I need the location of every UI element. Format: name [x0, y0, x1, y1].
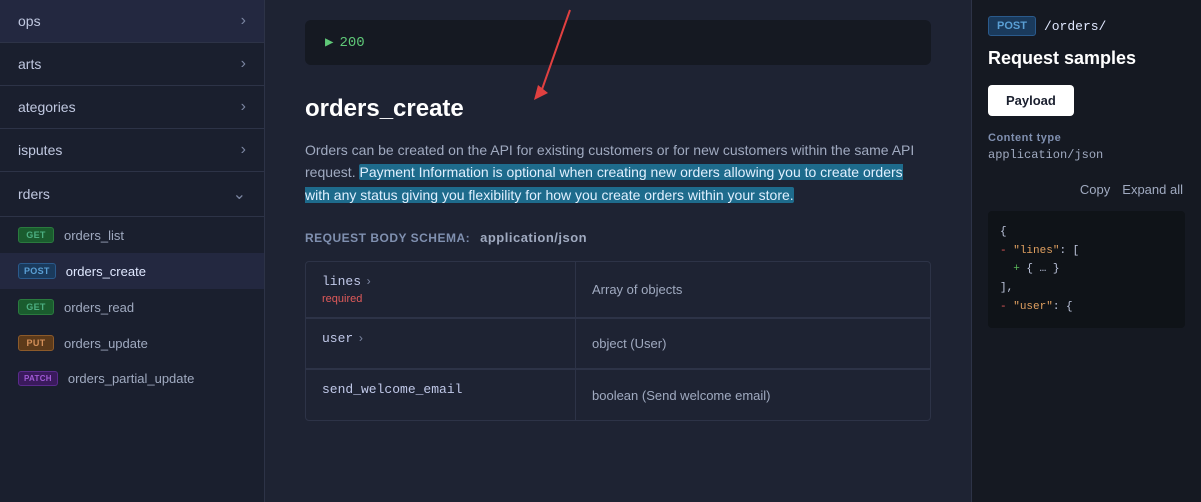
sidebar-item-orders-create[interactable]: POST orders_create	[0, 253, 264, 289]
sidebar-item-orders-update[interactable]: PUT orders_update	[0, 325, 264, 361]
sidebar-group-orders-label: rders	[18, 186, 50, 202]
field-required-lines: required	[322, 293, 559, 305]
sidebar-group-disputes-label: isputes	[18, 142, 62, 158]
code-line-4: ],	[1000, 279, 1173, 298]
chevron-right-icon: ›	[241, 12, 246, 30]
field-left-send-welcome: send_welcome_email	[306, 370, 576, 420]
expand-arrow-icon: ▶	[325, 34, 333, 51]
content-type-label: Content type	[988, 132, 1185, 144]
field-expand-arrow-icon[interactable]: ›	[365, 275, 372, 289]
schema-label: REQUEST BODY SCHEMA:	[305, 231, 470, 245]
method-badge-get: GET	[18, 227, 54, 243]
method-badge-put: PUT	[18, 335, 54, 351]
sidebar-item-orders-read[interactable]: GET orders_read	[0, 289, 264, 325]
method-post-badge: POST	[988, 16, 1036, 36]
sidebar-group-ops[interactable]: ops ›	[0, 0, 264, 43]
chevron-down-icon: ⌄	[233, 184, 246, 204]
method-badge-get: GET	[18, 299, 54, 315]
sidebar-group-arts[interactable]: arts ›	[0, 43, 264, 86]
field-type-lines: Array of objects	[576, 262, 930, 317]
content-type-value: application/json	[988, 148, 1185, 162]
field-name-lines: lines ›	[322, 274, 559, 289]
field-name-user-text: user	[322, 331, 353, 346]
sidebar-item-orders-read-label: orders_read	[64, 300, 134, 315]
sidebar-item-orders-list[interactable]: GET orders_list	[0, 217, 264, 253]
schema-header: REQUEST BODY SCHEMA: application/json	[305, 230, 931, 245]
field-name-send-welcome: send_welcome_email	[322, 382, 559, 397]
section-title: orders_create	[305, 95, 931, 123]
table-row: send_welcome_email boolean (Send welcome…	[306, 370, 930, 420]
payload-button[interactable]: Payload	[988, 85, 1074, 116]
field-name-user: user ›	[322, 331, 559, 346]
section-description: Orders can be created on the API for exi…	[305, 139, 931, 206]
sidebar-group-arts-label: arts	[18, 56, 41, 72]
field-type-user-text: object (User)	[592, 336, 666, 351]
chevron-right-icon: ›	[241, 98, 246, 116]
code-line-1: {	[1000, 223, 1173, 242]
field-name-send-welcome-text: send_welcome_email	[322, 382, 462, 397]
sidebar-item-orders-partial-update[interactable]: PATCH orders_partial_update	[0, 361, 264, 396]
table-row: user › object (User)	[306, 319, 930, 369]
main-content: ▶ 200 orders_create Orders can be create…	[265, 0, 971, 502]
sidebar-group-categories-label: ategories	[18, 99, 76, 115]
field-type-lines-text: Array of objects	[592, 282, 682, 297]
panel-actions: Copy Expand all	[988, 178, 1185, 201]
field-left-user: user ›	[306, 319, 576, 368]
section-desc-highlight: Payment Information is optional when cre…	[305, 164, 903, 202]
schema-table: lines › required Array of objects user ›…	[305, 261, 931, 421]
code-block: { - "lines": [ + { … } ], - "user": {	[988, 211, 1185, 328]
sidebar: ops › arts › ategories › isputes › rders…	[0, 0, 265, 502]
sidebar-item-orders-create-label: orders_create	[66, 264, 146, 279]
code-line-5: - "user": {	[1000, 298, 1173, 317]
sidebar-item-orders-update-label: orders_update	[64, 336, 148, 351]
method-badge-post: POST	[18, 263, 56, 279]
response-code[interactable]: ▶ 200	[325, 34, 911, 51]
sidebar-group-categories[interactable]: ategories ›	[0, 86, 264, 129]
red-arrow-annotation	[520, 5, 580, 105]
response-code-value: 200	[339, 35, 364, 51]
code-line-3: + { … }	[1000, 260, 1173, 279]
field-left-lines: lines › required	[306, 262, 576, 317]
field-type-send-welcome: boolean (Send welcome email)	[576, 370, 930, 420]
schema-content-type: application/json	[480, 230, 587, 245]
method-endpoint-tag: POST /orders/	[988, 16, 1106, 36]
sidebar-item-orders-partial-update-label: orders_partial_update	[68, 371, 194, 386]
sidebar-group-disputes[interactable]: isputes ›	[0, 129, 264, 172]
right-panel: POST /orders/ Request samples Payload Co…	[971, 0, 1201, 502]
response-area: ▶ 200	[305, 20, 931, 65]
code-line-2: - "lines": [	[1000, 242, 1173, 261]
field-type-user: object (User)	[576, 319, 930, 368]
table-row: lines › required Array of objects	[306, 262, 930, 318]
sidebar-item-orders-list-label: orders_list	[64, 228, 124, 243]
field-name-lines-text: lines	[322, 274, 361, 289]
field-expand-arrow-icon[interactable]: ›	[357, 332, 364, 346]
copy-button[interactable]: Copy	[1078, 178, 1112, 201]
chevron-right-icon: ›	[241, 55, 246, 73]
chevron-right-icon: ›	[241, 141, 246, 159]
sidebar-group-orders[interactable]: rders ⌄	[0, 172, 264, 217]
field-type-send-welcome-text: boolean (Send welcome email)	[592, 388, 770, 403]
right-panel-title: Request samples	[988, 48, 1185, 69]
sidebar-group-ops-label: ops	[18, 13, 41, 29]
expand-all-button[interactable]: Expand all	[1120, 178, 1185, 201]
endpoint-path: /orders/	[1044, 19, 1106, 34]
method-badge-patch: PATCH	[18, 371, 58, 386]
